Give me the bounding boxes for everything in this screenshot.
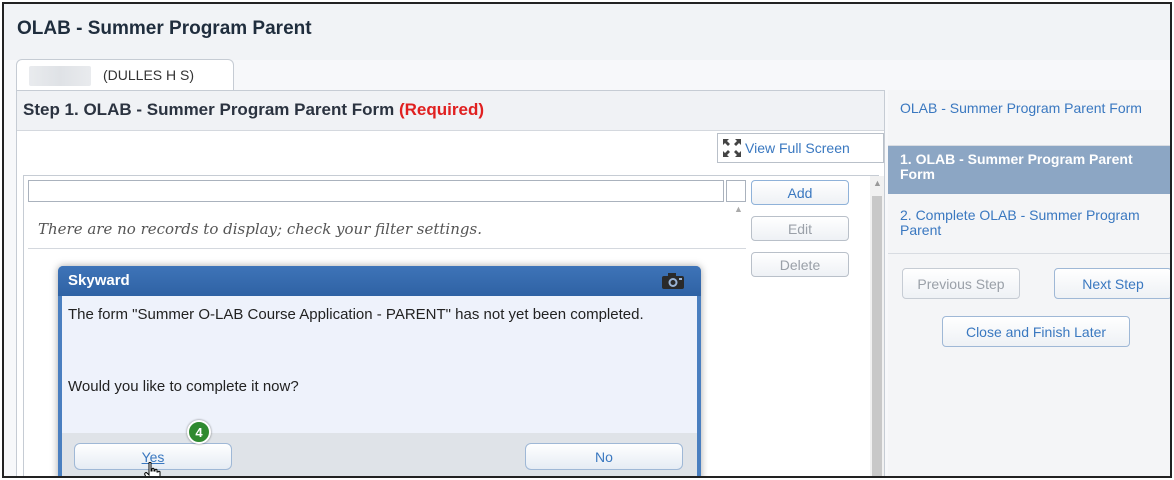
no-button[interactable]: No: [525, 443, 683, 470]
skyward-dialog: Skyward The form "Summer O-LAB Course Ap…: [58, 266, 701, 476]
nav-step-1[interactable]: 1. OLAB - Summer Program Parent Form: [888, 146, 1170, 194]
empty-records-message: There are no records to display; check y…: [38, 220, 482, 238]
edit-button[interactable]: Edit: [751, 216, 849, 241]
inner-scroll-up-icon[interactable]: ▲: [734, 204, 743, 214]
step-navigation: OLAB - Summer Program Parent Form 1. OLA…: [888, 90, 1170, 476]
nav-form-header[interactable]: OLAB - Summer Program Parent Form: [888, 98, 1170, 146]
dialog-title: Skyward: [68, 272, 130, 289]
expand-icon: [721, 137, 743, 159]
hand-cursor-icon: [144, 461, 162, 476]
list-divider: [28, 248, 746, 249]
nav-step-2[interactable]: 2. Complete OLAB - Summer Program Parent: [888, 194, 1170, 254]
delete-button[interactable]: Delete: [751, 252, 849, 277]
dialog-header: Skyward: [58, 266, 701, 296]
student-name-redacted: [29, 66, 91, 86]
app-window: OLAB - Summer Program Parent (DULLES H S…: [2, 2, 1172, 478]
scrollbar-thumb[interactable]: [872, 196, 882, 476]
step-header: Step 1. OLAB - Summer Program Parent For…: [17, 91, 884, 131]
required-label: (Required): [398, 100, 484, 119]
student-school-label: (DULLES H S): [103, 67, 195, 83]
camera-icon[interactable]: [661, 272, 685, 290]
filter-toggle[interactable]: [726, 180, 746, 202]
step-title: Step 1. OLAB - Summer Program Parent For…: [23, 100, 484, 120]
scroll-up-icon[interactable]: ▲: [873, 178, 882, 188]
view-full-screen-button[interactable]: View Full Screen: [717, 133, 884, 163]
dialog-message: The form "Summer O-LAB Course Applicatio…: [68, 306, 644, 323]
app-title: OLAB - Summer Program Parent: [17, 18, 312, 39]
student-tab[interactable]: (DULLES H S): [16, 59, 234, 92]
step-number-badge: 4: [187, 420, 211, 444]
close-finish-later-button[interactable]: Close and Finish Later: [942, 316, 1130, 347]
add-button[interactable]: Add: [751, 180, 849, 205]
title-bar: OLAB - Summer Program Parent: [4, 4, 1170, 60]
step-title-text: Step 1. OLAB - Summer Program Parent For…: [23, 100, 395, 119]
filter-input[interactable]: [28, 180, 724, 202]
dialog-question: Would you like to complete it now?: [68, 378, 299, 395]
view-full-screen-label: View Full Screen: [745, 140, 850, 156]
next-step-button[interactable]: Next Step: [1054, 268, 1170, 299]
dialog-body: The form "Summer O-LAB Course Applicatio…: [62, 296, 697, 433]
previous-step-button[interactable]: Previous Step: [902, 268, 1020, 299]
